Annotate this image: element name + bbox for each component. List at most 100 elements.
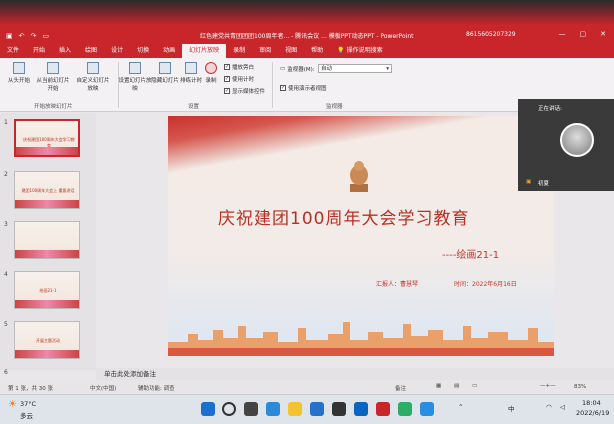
tab-draw[interactable]: 绘图 — [78, 44, 104, 58]
tab-transitions[interactable]: 切换 — [130, 44, 156, 58]
volume-icon[interactable]: ◁ — [560, 403, 565, 411]
start-icon[interactable] — [201, 402, 215, 416]
slide-counter: 第 1 张，共 30 张 — [8, 386, 53, 392]
accessibility-status[interactable]: 辅助功能: 调查 — [138, 384, 175, 392]
app-icon[interactable] — [332, 402, 346, 416]
thumb-number: 1 — [4, 119, 8, 126]
record-icon — [205, 62, 217, 74]
notes-area[interactable]: 单击此处添加备注 — [96, 368, 614, 380]
title-bar: ▣ ↶ ↷ ▭ 红色建党共青团团团100周年者... - 腾讯会议 ... 模板… — [0, 28, 614, 44]
language-status[interactable]: 中文(中国) — [90, 384, 116, 392]
tab-design[interactable]: 设计 — [104, 44, 130, 58]
speaker-name: 初夏 — [538, 181, 550, 187]
from-current-label: 从当前幻灯片开始 — [36, 78, 70, 92]
undo-icon[interactable]: ↶ — [19, 32, 25, 40]
narration-label: 播放旁白 — [232, 65, 255, 71]
store-icon[interactable] — [310, 402, 324, 416]
thumb-band — [16, 147, 78, 155]
thumbnail-slide-1[interactable]: 庆祝建团100周年大会学习教育 — [14, 119, 80, 157]
presenter-view-label: 使用演示者视图 — [288, 86, 327, 92]
slide-title: 庆祝建团100周年大会学习教育 — [218, 209, 470, 229]
tab-home[interactable]: 开始 — [26, 44, 52, 58]
minimize-icon[interactable]: — — [559, 30, 566, 38]
thumb-band — [15, 350, 79, 358]
timing-label: 使用计时 — [232, 77, 255, 83]
chevron-down-icon: ▾ — [386, 66, 389, 72]
from-current-button[interactable]: 从当前幻灯片开始 — [34, 62, 72, 92]
edge-icon[interactable] — [266, 402, 280, 416]
meeting-app-icon[interactable] — [354, 402, 368, 416]
record-button[interactable]: 录制 — [198, 62, 224, 84]
group-start-label: 开始放映幻灯片 — [34, 104, 73, 110]
reading-view-icon[interactable]: ▭ — [472, 383, 477, 389]
thumbnail-slide-4[interactable]: 绘画21-1 — [14, 271, 80, 309]
tab-help[interactable]: 帮助 — [304, 44, 330, 58]
thumb-title: 开展主题活动 — [36, 338, 60, 343]
custom-show-label: 自定义幻灯片放映 — [76, 78, 110, 92]
search-icon[interactable] — [222, 402, 236, 416]
ribbon-tabs: 文件 开始 插入 绘图 设计 切换 动画 幻灯片放映 录制 审阅 视图 帮助 💡… — [0, 44, 614, 58]
powerpoint-icon[interactable] — [376, 402, 390, 416]
media-controls-checkbox[interactable]: ✓ 显示媒体控件 — [224, 87, 265, 95]
wifi-icon[interactable]: ◠ — [546, 403, 552, 411]
redo-icon[interactable]: ↷ — [31, 32, 37, 40]
tab-animations[interactable]: 动画 — [156, 44, 182, 58]
screen: ▣ ↶ ↷ ▭ 红色建党共青团团团100周年者... - 腾讯会议 ... 模板… — [0, 0, 614, 424]
wechat-icon[interactable] — [398, 402, 412, 416]
from-start-label: 从头开始 — [7, 78, 30, 84]
app-icon-2[interactable] — [420, 402, 434, 416]
clock-time[interactable]: 18:04 — [582, 399, 601, 407]
thumbnail-slide-3[interactable] — [14, 221, 80, 259]
tab-file[interactable]: 文件 — [0, 44, 26, 58]
close-icon[interactable]: ✕ — [600, 30, 606, 38]
user-icon: ▣ — [526, 179, 532, 185]
reporter-text: 汇报人：曹慧琴 — [376, 281, 419, 288]
maximize-icon[interactable]: ▢ — [580, 30, 587, 38]
thumb-number: 5 — [4, 321, 8, 328]
weather-temp[interactable]: 37°C — [20, 400, 36, 408]
setup-show-button[interactable]: 设置幻灯片放映 — [118, 62, 152, 92]
sorter-view-icon[interactable]: ▤ — [454, 383, 459, 389]
weather-desc: 多云 — [20, 412, 33, 420]
timing-checkbox[interactable]: ✓ 使用计时 — [224, 75, 254, 83]
chevron-up-icon[interactable]: ⌃ — [458, 403, 463, 411]
tab-view[interactable]: 视图 — [278, 44, 304, 58]
hide-slide-icon — [159, 62, 171, 74]
tab-slideshow[interactable]: 幻灯片放映 — [182, 44, 227, 58]
normal-view-icon[interactable]: ▦ — [436, 383, 441, 389]
save-icon[interactable]: ▣ — [6, 32, 13, 40]
tab-review[interactable]: 审阅 — [252, 44, 278, 58]
quick-access: ▣ ↶ ↷ ▭ — [6, 32, 49, 40]
thumbnail-pane: 1 庆祝建团100周年大会学习教育 2 建团100周年大会上 重要讲话 3 4 … — [0, 113, 96, 376]
slide-canvas[interactable]: 庆祝建团100周年大会学习教育 ----绘画21-1 汇报人：曹慧琴 时间：20… — [168, 116, 554, 356]
ime-indicator[interactable]: 中 — [508, 403, 515, 413]
check-icon: ✓ — [224, 88, 230, 94]
from-start-button[interactable]: 从头开始 — [2, 62, 36, 84]
tell-me-label: 操作说明搜索 — [346, 47, 383, 54]
thumb-band — [15, 300, 79, 308]
tab-insert[interactable]: 插入 — [52, 44, 78, 58]
slide-subtitle: ----绘画21-1 — [442, 250, 500, 261]
notes-button[interactable]: 备注 — [395, 384, 406, 392]
window-title: 红色建党共青团团团100周年者... - 腾讯会议 ... 模板PPT动态PPT… — [200, 33, 414, 40]
tell-me-search[interactable]: 💡 操作说明搜索 — [330, 44, 389, 58]
start-show-icon[interactable]: ▭ — [42, 32, 49, 40]
monitor-select[interactable]: 自动 ▾ — [318, 64, 392, 73]
window-controls: — ▢ ✕ — [559, 30, 607, 38]
time-text: 时间：2022年6月16日 — [454, 281, 517, 288]
zoom-slider[interactable]: —+— — [540, 383, 556, 389]
file-explorer-icon[interactable] — [288, 402, 302, 416]
tab-record[interactable]: 录制 — [226, 44, 252, 58]
narration-checkbox[interactable]: ✓ 播放旁白 — [224, 63, 254, 71]
meeting-speaker-panel[interactable]: 正在讲话: ▣ 初夏 — [518, 99, 614, 191]
timer-icon — [185, 62, 197, 74]
thumb-number: 6 — [4, 369, 8, 376]
taskbar: ☀ 37°C 多云 ⌃ 中 ◠ ◁ 18:04 2022/6/19 — [0, 394, 614, 424]
custom-show-button[interactable]: 自定义幻灯片放映 — [74, 62, 112, 92]
account-phone[interactable]: 8615605207329 — [466, 31, 516, 38]
presenter-view-checkbox[interactable]: ✓ 使用演示者视图 — [280, 84, 327, 92]
zoom-level[interactable]: 83% — [574, 384, 586, 390]
task-view-icon[interactable] — [244, 402, 258, 416]
thumbnail-slide-5[interactable]: 开展主题活动 — [14, 321, 80, 359]
thumbnail-slide-2[interactable]: 建团100周年大会上 重要讲话 — [14, 171, 80, 209]
